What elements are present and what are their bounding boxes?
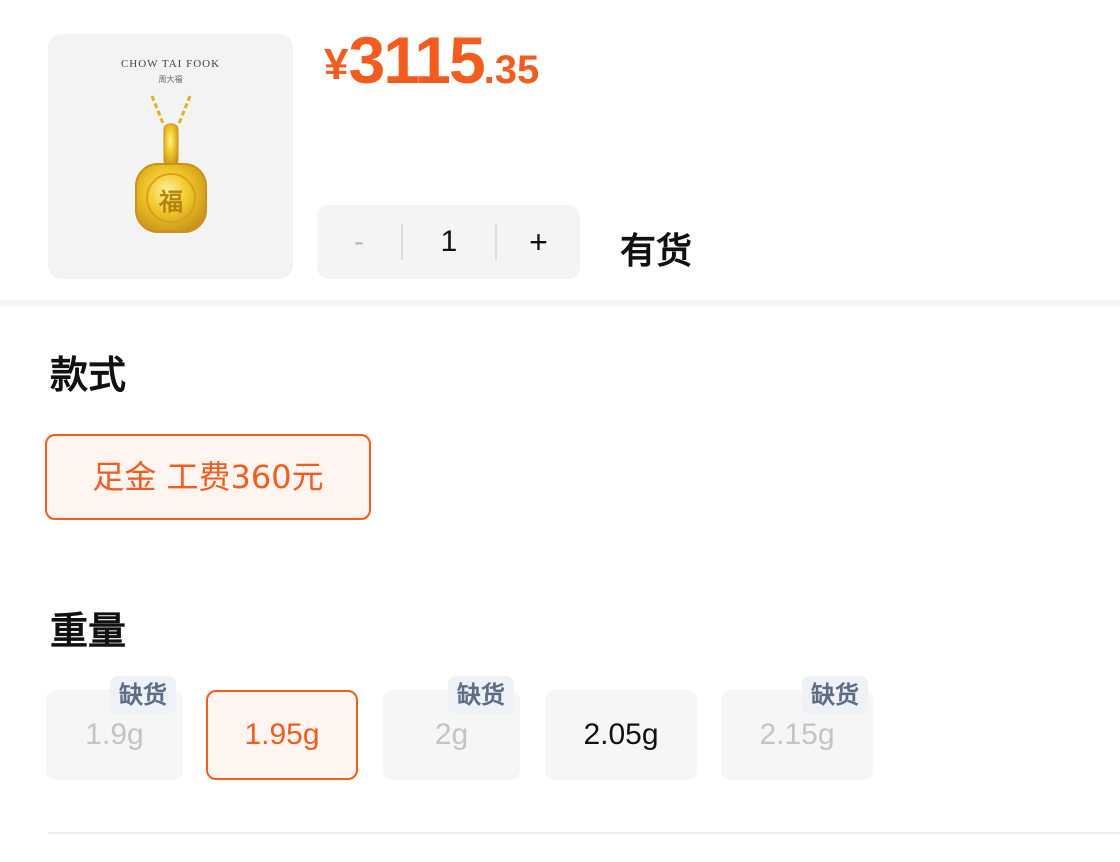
- price-currency: ¥: [324, 40, 349, 89]
- out-of-stock-badge: 缺货: [448, 676, 514, 714]
- product-image[interactable]: CHOW TAI FOOK 周大福 福: [48, 34, 293, 279]
- decrease-button[interactable]: -: [317, 205, 401, 279]
- product-price: ¥3115.35: [324, 22, 539, 98]
- product-header: CHOW TAI FOOK 周大福 福 ¥3115.35 - 1 + 有货: [0, 0, 1120, 300]
- style-option-selected[interactable]: 足金 工费360元: [45, 434, 371, 520]
- weight-option-1-95g[interactable]: 1.95g: [206, 690, 358, 780]
- quantity-stepper: - 1 +: [317, 205, 580, 279]
- price-decimal: .35: [483, 48, 540, 92]
- bottom-divider: [48, 832, 1120, 834]
- pendant-character: 福: [159, 188, 183, 216]
- weight-option-2-05g[interactable]: 2.05g: [545, 690, 697, 780]
- out-of-stock-badge: 缺货: [110, 676, 176, 714]
- stock-status: 有货: [620, 231, 693, 272]
- quantity-value[interactable]: 1: [403, 205, 495, 279]
- gold-pendant-icon: [135, 95, 207, 233]
- section-divider: [0, 300, 1120, 306]
- price-integer: 3115: [348, 23, 485, 97]
- style-section-title: 款式: [50, 353, 127, 397]
- out-of-stock-badge: 缺货: [802, 676, 868, 714]
- weight-section-title: 重量: [50, 609, 127, 653]
- increase-button[interactable]: +: [497, 205, 580, 279]
